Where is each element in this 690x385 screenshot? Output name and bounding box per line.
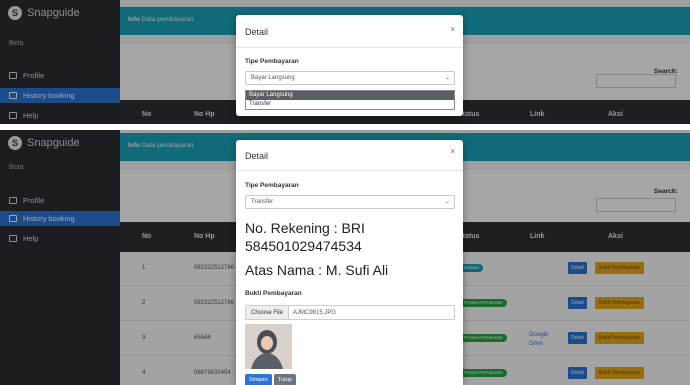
select-value: Transfer [251, 199, 274, 205]
save-button[interactable]: Simpan [245, 374, 272, 385]
chevron-down-icon: ⌄ [444, 199, 450, 205]
select-value: Bayar Langsung [251, 75, 295, 81]
screenshot-transfer-selected: S Snapguide Beta Profile History booking … [0, 130, 690, 385]
payment-type-label: Tipe Pembayaran [245, 182, 299, 189]
rekening-line1: No. Rekening : BRI [245, 220, 365, 236]
payment-type-dropdown: Bayar Langsung Transfer [245, 90, 455, 110]
file-name: AJMC9815.JPG [293, 309, 337, 316]
rekening-number: 584501029474534 [245, 238, 362, 254]
close-icon[interactable]: × [450, 147, 455, 156]
screenshot-dropdown-open: S Snapguide Beta Profile History booking … [0, 0, 690, 124]
atas-nama: Atas Nama : M. Sufi Ali [245, 262, 389, 278]
detail-modal: Detail × Tipe Pembayaran Bayar Langsung ⌄… [236, 15, 463, 116]
choose-file-button[interactable]: Choose File [246, 306, 290, 319]
chevron-down-icon: ⌄ [444, 75, 450, 81]
payment-type-select[interactable]: Transfer ⌄ [245, 195, 455, 209]
modal-title: Detail [245, 151, 269, 161]
modal-divider [236, 170, 463, 171]
payment-type-select[interactable]: Bayar Langsung ⌄ [245, 71, 455, 85]
payment-proof-image [245, 324, 292, 369]
detail-modal: Detail × Tipe Pembayaran Transfer ⌄ No. R… [236, 140, 463, 385]
bukti-label: Bukti Pembayaran [245, 290, 302, 297]
modal-divider [236, 47, 463, 48]
modal-title: Detail [245, 27, 269, 37]
payment-type-label: Tipe Pembayaran [245, 58, 299, 65]
close-icon[interactable]: × [450, 25, 455, 34]
close-button[interactable]: Tutup [274, 374, 296, 385]
file-input[interactable]: Choose File AJMC9815.JPG [245, 305, 455, 320]
option-transfer[interactable]: Transfer [246, 100, 454, 109]
option-bayar-langsung[interactable]: Bayar Langsung [246, 91, 454, 100]
